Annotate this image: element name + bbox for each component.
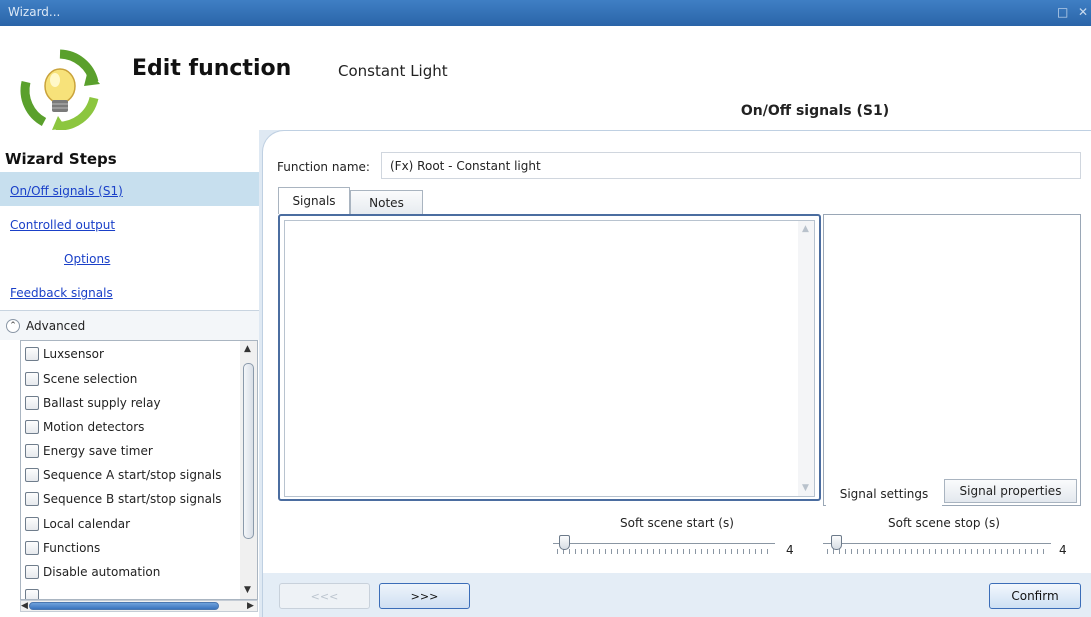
checkbox[interactable] xyxy=(25,517,39,531)
advanced-options-list: Luxsensor Scene selection Ballast supply… xyxy=(20,340,258,600)
vertical-scrollbar[interactable]: ▲ ▼ xyxy=(240,341,257,599)
list-item-label: Local calendar xyxy=(43,517,131,531)
soft-scene-stop-track[interactable] xyxy=(823,543,1051,544)
soft-scene-stop-ticks xyxy=(827,549,1047,554)
lightbulb-icon xyxy=(20,49,100,131)
checkbox[interactable] xyxy=(25,468,39,482)
checkbox[interactable] xyxy=(25,372,39,386)
wizard-steps-panel: Wizard Steps On/Off signals (S1) Control… xyxy=(0,130,259,617)
wizard-steps-title: Wizard Steps xyxy=(5,150,117,168)
step-link-options[interactable]: Options xyxy=(64,252,110,266)
checkbox[interactable] xyxy=(25,492,39,506)
collapse-up-icon[interactable]: ⌃ xyxy=(6,319,20,333)
signals-list-box: ▲ ▼ xyxy=(278,214,821,501)
window-titlebar: Wizard... □ ✕ xyxy=(0,0,1091,26)
page-title: Edit function xyxy=(132,56,292,81)
list-item[interactable] xyxy=(25,586,43,599)
scrollbar-thumb[interactable] xyxy=(29,602,219,610)
list-item-label: Luxsensor xyxy=(43,347,104,361)
function-type-label: Constant Light xyxy=(338,62,448,80)
list-item[interactable]: Energy save timer xyxy=(25,441,153,461)
list-item[interactable]: Local calendar xyxy=(25,514,130,534)
checkbox[interactable] xyxy=(25,541,39,555)
advanced-section-header[interactable]: ⌃ Advanced xyxy=(0,310,259,340)
scroll-down-icon[interactable]: ▼ xyxy=(244,585,251,595)
soft-scene-start-ticks xyxy=(557,549,771,554)
list-item-label: Scene selection xyxy=(43,372,138,386)
signals-list[interactable]: ▲ ▼ xyxy=(284,220,815,497)
next-button[interactable]: >>> xyxy=(379,583,470,609)
tab-signal-properties[interactable]: Signal properties xyxy=(944,479,1077,503)
soft-scene-stop-thumb[interactable] xyxy=(831,535,842,550)
list-item[interactable]: Luxsensor xyxy=(25,344,104,364)
list-item[interactable]: Sequence B start/stop signals xyxy=(25,489,222,509)
soft-scene-start-track[interactable] xyxy=(553,543,775,544)
list-item[interactable]: Motion detectors xyxy=(25,417,144,437)
list-item-label: Functions xyxy=(43,541,101,555)
previous-button[interactable]: <<< xyxy=(279,583,370,609)
soft-scene-start-value: 4 xyxy=(786,543,794,557)
confirm-button[interactable]: Confirm xyxy=(989,583,1081,609)
checkbox[interactable] xyxy=(25,444,39,458)
soft-scene-stop-value: 4 xyxy=(1059,543,1067,557)
checkbox[interactable] xyxy=(25,396,39,410)
close-icon[interactable]: ✕ xyxy=(1078,5,1088,19)
step-link-controlled-output[interactable]: Controlled output xyxy=(10,218,115,232)
scroll-left-icon[interactable]: ◀ xyxy=(21,601,28,611)
list-item[interactable]: Sequence A start/stop signals xyxy=(25,465,222,485)
list-item[interactable]: Ballast supply relay xyxy=(25,393,161,413)
checkbox[interactable] xyxy=(25,565,39,579)
tab-notes[interactable]: Notes xyxy=(350,190,423,214)
list-item-label: Sequence B start/stop signals xyxy=(43,492,222,506)
soft-scene-start-thumb[interactable] xyxy=(559,535,570,550)
tab-signal-settings[interactable]: Signal settings xyxy=(826,482,942,506)
list-item-label: Motion detectors xyxy=(43,420,145,434)
function-name-label: Function name: xyxy=(277,160,370,174)
list-item[interactable]: Disable automation xyxy=(25,562,160,582)
list-item-label: Energy save timer xyxy=(43,444,153,458)
navigation-bar: <<< >>> Confirm xyxy=(263,573,1091,617)
function-name-input[interactable]: (Fx) Root - Constant light xyxy=(381,152,1081,179)
maximize-icon[interactable]: □ xyxy=(1057,5,1068,19)
list-item[interactable]: Scene selection xyxy=(25,369,137,389)
soft-scene-stop-label: Soft scene stop (s) xyxy=(888,516,1000,530)
step-link-on-off-signals[interactable]: On/Off signals (S1) xyxy=(10,184,123,198)
list-item-label: Ballast supply relay xyxy=(43,396,161,410)
scroll-up-icon[interactable]: ▲ xyxy=(802,224,809,234)
tab-signals[interactable]: Signals xyxy=(278,187,350,214)
scroll-down-icon[interactable]: ▼ xyxy=(802,483,809,493)
current-step-tab: On/Off signals (S1) xyxy=(629,92,1001,130)
checkbox[interactable] xyxy=(25,589,39,599)
window-title: Wizard... xyxy=(8,5,61,19)
scroll-right-icon[interactable]: ▶ xyxy=(247,601,254,611)
step-link-feedback-signals[interactable]: Feedback signals xyxy=(10,286,113,300)
list-item[interactable]: Functions xyxy=(25,538,100,558)
advanced-label: Advanced xyxy=(26,319,86,333)
horizontal-scrollbar[interactable]: ◀ ▶ xyxy=(20,600,258,612)
checkbox[interactable] xyxy=(25,420,39,434)
scrollbar-thumb[interactable] xyxy=(243,363,254,539)
signals-scrollbar[interactable]: ▲ ▼ xyxy=(798,221,814,496)
soft-scene-start-label: Soft scene start (s) xyxy=(620,516,734,530)
scroll-up-icon[interactable]: ▲ xyxy=(244,344,251,354)
signal-settings-panel: Signal settings Signal properties xyxy=(823,214,1081,506)
main-content-panel: Function name: (Fx) Root - Constant ligh… xyxy=(262,130,1091,617)
list-item-label: Disable automation xyxy=(43,565,161,579)
checkbox[interactable] xyxy=(25,347,39,361)
list-item-label: Sequence A start/stop signals xyxy=(43,468,222,482)
